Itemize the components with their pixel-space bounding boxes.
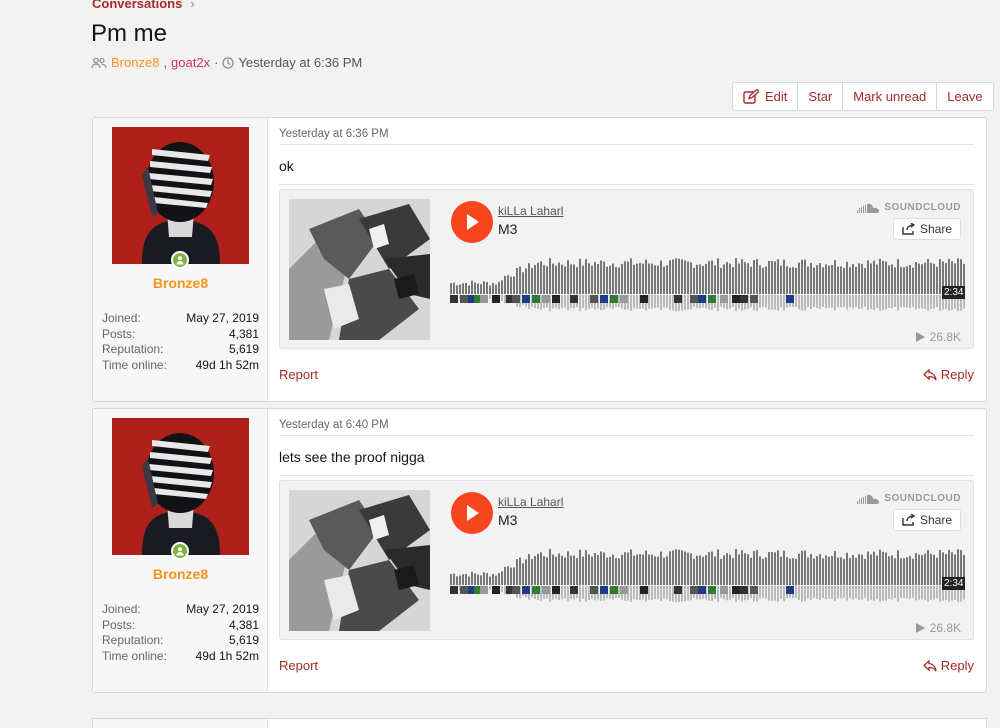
user-stats: Joined: May 27, 2019 Posts: 4,381 Reputati… [102,602,259,664]
star-button[interactable]: Star [798,83,844,110]
time-online-label: Time online: [102,357,167,372]
joined-value: May 27, 2019 [186,311,259,325]
breadcrumb-conversations[interactable]: Conversations [92,0,182,11]
reply-label: Reply [940,367,974,382]
play-count-value: 26.8K [929,330,961,344]
user-stats: Joined: May 27, 2019 Posts: 4,381 Reputati… [102,311,259,373]
reply-label: Reply [940,658,974,673]
time-online-value: 49d 1h 52m [195,357,259,372]
message-user-cell: Bronze8 Joined: May 27, 2019 Posts: 4,381 … [93,409,268,692]
play-count-icon [915,623,925,633]
reputation-value: 5,619 [228,342,259,356]
play-count: 26.8K [915,330,961,344]
track-artist-link[interactable]: kiLLa Laharl [498,204,563,218]
posts-label: Posts: [102,326,136,341]
soundcloud-brand[interactable]: SOUNDCLOUD [857,202,961,213]
edit-label: Edit [765,89,788,104]
username[interactable]: Bronze8 [93,275,268,291]
message-content: Yesterday at 6:36 PM ok Cooki [279,118,974,382]
message-actions: Report Reply [279,367,974,382]
play-count-icon [915,332,925,342]
share-button[interactable]: Share [892,509,961,531]
track-artist-link[interactable]: kiLLa Laharl [498,495,563,509]
message-content: Yesterday at 6:40 PM lets see the proof … [279,409,974,673]
page-title: Pm me [91,20,168,47]
play-icon [467,214,479,230]
joined-label: Joined: [102,602,141,616]
conversation-toolbar: Edit Star Mark unread Leave [732,82,994,111]
chevron-right-icon: › [190,0,195,11]
soundcloud-brand-label: SOUNDCLOUD [884,493,961,504]
avatar[interactable] [112,418,249,555]
username[interactable]: Bronze8 [93,566,268,582]
online-status-icon [171,542,189,560]
posts-value: 4,381 [228,617,259,632]
track-artwork[interactable]: Cookie policy [289,490,430,631]
message-user-cell: Bronze8 Joined: May 27, 2019 Posts: 4,381 … [93,118,268,401]
message-actions: Report Reply [279,658,974,673]
conversation-time: Yesterday at 6:36 PM [238,55,363,70]
soundcloud-logo-icon [857,494,880,504]
track-duration: 2:34 [942,286,966,299]
mark-unread-button[interactable]: Mark unread [843,83,938,110]
message-timestamp[interactable]: Yesterday at 6:40 PM [279,419,974,436]
time-online-label: Time online: [102,648,167,663]
play-button[interactable] [451,492,493,534]
next-message-partial [92,718,987,728]
play-count: 26.8K [915,621,961,635]
soundcloud-embed: Cookie policy kiLLa Laharl M3 SOUNDCLOUD… [279,480,974,640]
track-title[interactable]: M3 [498,512,517,528]
clock-icon [222,56,235,69]
edit-button[interactable]: Edit [733,83,799,110]
message-text: ok [279,158,974,185]
reputation-label: Reputation: [102,633,164,647]
leave-button[interactable]: Leave [937,83,992,110]
soundcloud-logo-icon [857,203,880,213]
report-link[interactable]: Report [279,367,318,382]
track-artwork[interactable]: Cookie policy [289,199,430,340]
reply-button[interactable]: Reply [922,658,974,673]
conversation-meta: Bronze8, goat2x · Yesterday at 6:36 PM [91,55,362,70]
reply-button[interactable]: Reply [922,367,974,382]
reputation-value: 5,619 [228,633,259,647]
participant-link-goat2x[interactable]: goat2x [171,55,210,70]
message: Bronze8 Joined: May 27, 2019 Posts: 4,381 … [92,117,987,402]
share-icon [902,514,915,526]
edit-icon [743,89,759,104]
avatar[interactable] [112,127,249,264]
share-icon [902,223,915,235]
report-link[interactable]: Report [279,658,318,673]
participant-link-bronze8[interactable]: Bronze8 [111,55,159,70]
track-title[interactable]: M3 [498,221,517,237]
reply-icon [922,659,937,671]
reply-icon [922,368,937,380]
participants-icon [91,57,107,68]
play-icon [467,505,479,521]
online-status-icon [171,251,189,269]
soundcloud-embed: Cookie policy kiLLa Laharl M3 SOUNDCLOUD… [279,189,974,349]
track-duration: 2:34 [942,577,966,590]
posts-label: Posts: [102,617,136,632]
message-timestamp[interactable]: Yesterday at 6:36 PM [279,128,974,145]
share-label: Share [919,222,952,236]
play-count-value: 26.8K [929,621,961,635]
posts-value: 4,381 [228,326,259,341]
meta-separator: · [214,55,219,70]
joined-value: May 27, 2019 [186,602,259,616]
waveform[interactable] [450,543,968,608]
breadcrumb[interactable]: Conversations › [92,0,195,11]
message: Bronze8 Joined: May 27, 2019 Posts: 4,381 … [92,408,987,693]
share-label: Share [919,513,952,527]
soundcloud-brand-label: SOUNDCLOUD [884,202,961,213]
message-text: lets see the proof nigga [279,449,974,476]
share-button[interactable]: Share [892,218,961,240]
time-online-value: 49d 1h 52m [195,648,259,663]
soundcloud-brand[interactable]: SOUNDCLOUD [857,493,961,504]
play-button[interactable] [451,201,493,243]
reputation-label: Reputation: [102,342,164,356]
waveform[interactable] [450,252,968,317]
joined-label: Joined: [102,311,141,325]
